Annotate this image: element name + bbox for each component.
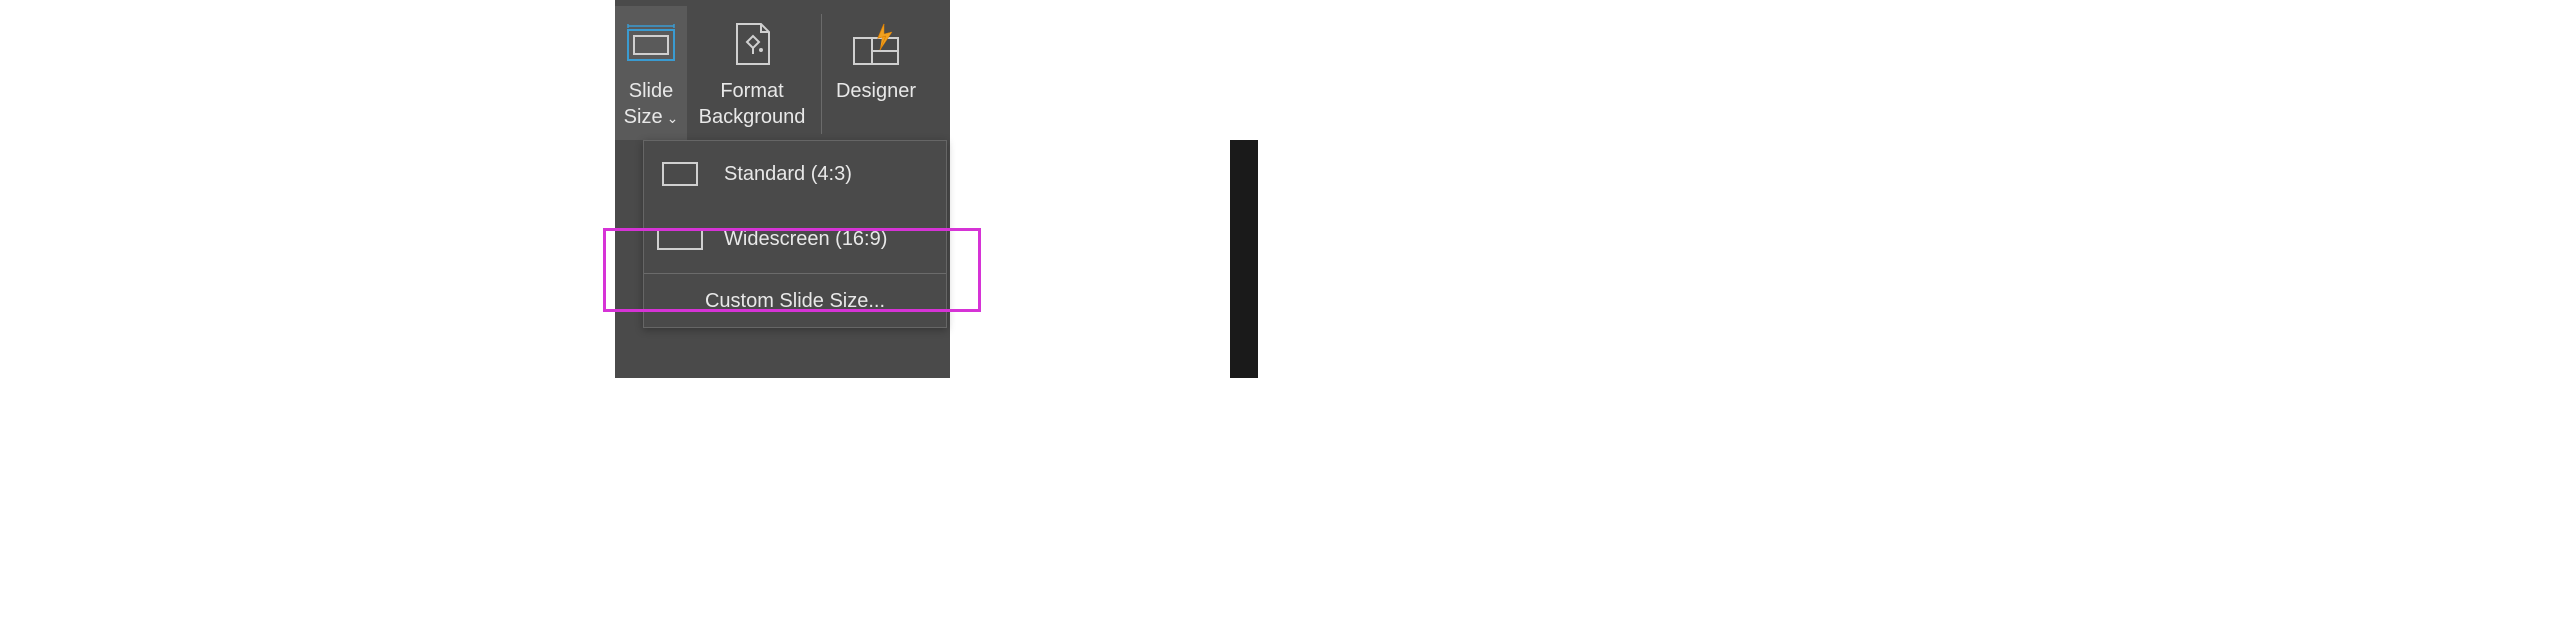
aspect-16-9-icon [656, 225, 704, 253]
format-background-label: Format Background [699, 78, 806, 130]
menu-item-custom-size[interactable]: Custom Slide Size... [644, 276, 946, 327]
chevron-down-icon: ⌄ [667, 110, 679, 126]
menu-label-widescreen: Widescreen (16:9) [724, 228, 887, 251]
designer-icon [848, 14, 904, 74]
slide-size-icon [626, 14, 676, 74]
slide-size-dropdown: Standard (4:3) Widescreen (16:9) Custom … [643, 140, 947, 328]
format-background-button[interactable]: Format Background [687, 6, 817, 140]
menu-separator [644, 273, 946, 274]
designer-button[interactable]: Designer [826, 6, 926, 140]
menu-item-standard[interactable]: Standard (4:3) [644, 141, 946, 207]
aspect-4-3-icon [656, 159, 704, 189]
slide-size-button[interactable]: Slide Size⌄ [615, 6, 687, 140]
ribbon-row: Slide Size⌄ Format Background [615, 0, 950, 140]
menu-item-widescreen[interactable]: Widescreen (16:9) [644, 207, 946, 271]
slide-size-label: Slide Size⌄ [624, 78, 679, 130]
menu-label-standard: Standard (4:3) [724, 163, 852, 186]
format-background-icon [731, 14, 773, 74]
designer-label: Designer [836, 78, 916, 104]
ribbon-divider [821, 14, 822, 134]
slide-thumb-area [1230, 140, 1258, 378]
ribbon-panel: Slide Size⌄ Format Background [615, 0, 950, 378]
